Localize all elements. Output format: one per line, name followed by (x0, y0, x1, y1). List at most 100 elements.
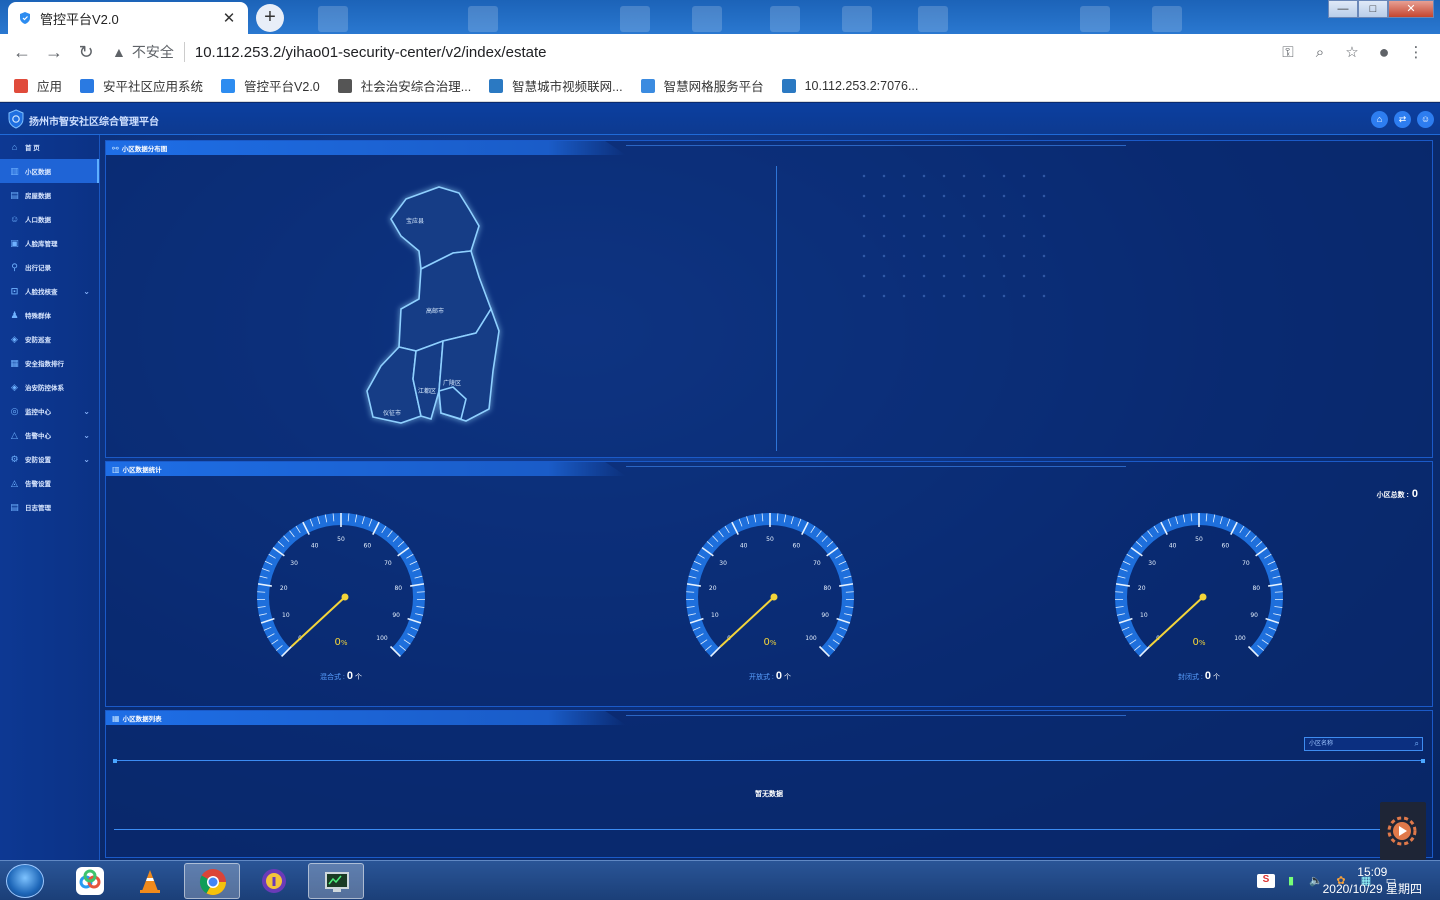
forward-arrow-icon[interactable]: → (38, 42, 70, 63)
taskbar-app-baidu-netdisk[interactable] (62, 863, 118, 899)
map-label: 江都区 (418, 387, 436, 395)
gauge-tick-label: 80 (1252, 585, 1260, 592)
new-tab-button[interactable]: + (256, 4, 284, 32)
sidebar-item[interactable]: △ 告警中心 ⌄ (0, 423, 99, 447)
key-icon[interactable]: ⚿ (1272, 44, 1304, 61)
gauge-tick-label: 90 (821, 612, 829, 619)
sidebar-item[interactable]: ▥ 小区数据 (0, 159, 99, 183)
zoom-icon[interactable]: ⌕ (1304, 44, 1336, 61)
c-logo-icon (489, 78, 504, 93)
sidebar-item-label: 安防设置 (25, 457, 51, 464)
gauge-tick-label: 20 (709, 585, 717, 592)
gauge-tick (257, 591, 266, 593)
bar-chart-icon: ▦ (10, 357, 19, 368)
total-label: 小区总数 : (1376, 492, 1409, 499)
desktop-pdf-icon (842, 6, 872, 32)
sidebar-item-label: 安全指数排行 (25, 361, 64, 368)
desktop-file-icon (468, 6, 498, 32)
gauge-count: 0 (346, 670, 353, 682)
chevron-down-icon: ⌄ (83, 454, 90, 464)
sidebar-item[interactable]: ⌂ 首 页 (0, 135, 99, 159)
sidebar-item-label: 日志管理 (25, 505, 51, 512)
home-icon[interactable]: ⌂ (1371, 111, 1388, 128)
sidebar-item[interactable]: ▣ 人脸库管理 (0, 231, 99, 255)
desktop-pdf-icon (918, 6, 948, 32)
tab-close-button[interactable]: ✕ (220, 9, 238, 27)
yangzhou-map: 宝应县 高邮市 江都区 广陵区 仪征市 (366, 186, 500, 424)
window-close-button[interactable]: ✕ (1388, 0, 1434, 18)
gauge-percent-unit: % (341, 639, 348, 647)
sidebar-item[interactable]: ▦ 安全指数排行 (0, 351, 99, 375)
gauge-tick-label: 70 (1242, 560, 1250, 567)
gauge: 0 10 20 30 40 50 60 70 80 90 100 0% 开放式 :0个 (670, 512, 870, 682)
address-bar[interactable]: ▲ 不安全 10.112.253.2/yihao01-security-cent… (112, 37, 1272, 67)
sidebar-item[interactable]: ◎ 监控中心 ⌄ (0, 399, 99, 423)
sogou-input-icon[interactable]: S (1257, 874, 1275, 888)
search-icon[interactable]: ⌕ (1415, 739, 1419, 749)
gauge-tick-label: 70 (384, 560, 392, 567)
minimize-button[interactable]: — (1328, 0, 1358, 18)
gauge-tick-label: 40 (1169, 542, 1177, 549)
gauge-count: 0 (775, 670, 782, 682)
gauge-tick-label: 40 (740, 542, 748, 549)
browser-tab[interactable]: 管控平台V2.0 ✕ (8, 2, 248, 34)
gauge-tick-label: 20 (280, 585, 288, 592)
sidebar-item[interactable]: ◬ 告警设置 (0, 471, 99, 495)
start-button[interactable] (6, 864, 44, 898)
gauge-tick-label: 10 (1140, 612, 1148, 619)
bookmark-item[interactable]: 智慧网格服务平台 (640, 76, 764, 95)
sidebar-item[interactable]: ◈ 安防巡查 (0, 327, 99, 351)
sidebar-item[interactable]: ⊡ 人脸找核查 ⌄ (0, 279, 99, 303)
bookmark-item[interactable]: 社会治安综合治理... (337, 76, 471, 95)
settings-icon: ⚙ (10, 453, 19, 464)
reload-icon[interactable]: ↻ (70, 42, 102, 63)
taskbar-app-remote-desktop[interactable] (308, 863, 364, 899)
maximize-button[interactable]: □ (1358, 0, 1388, 18)
sidebar-item[interactable]: ⚲ 出行记录 (0, 255, 99, 279)
swap-icon[interactable]: ⇄ (1394, 111, 1411, 128)
panel-title-text: 小区数据统计 (122, 467, 162, 474)
sidebar-item[interactable]: ☺ 人口数据 (0, 207, 99, 231)
system-clock[interactable]: 15:09 2020/10/29 星期四 (1323, 864, 1422, 898)
bookmark-item[interactable]: 10.112.253.2:7076... (781, 78, 918, 93)
taskbar-app-vlc[interactable] (122, 863, 178, 899)
bookmark-item[interactable]: 应用 (14, 76, 62, 95)
browser-toolbar: ← → ↻ ▲ 不安全 10.112.253.2/yihao01-securit… (0, 34, 1440, 70)
insecure-label[interactable]: 不安全 (132, 42, 185, 62)
gear-play-icon (1387, 816, 1417, 846)
sidebar-item[interactable]: ◈ 治安防控体系 (0, 375, 99, 399)
log-icon: ▤ (10, 501, 19, 512)
panel-header-line (626, 145, 1126, 146)
sidebar-item[interactable]: ▤ 日志管理 (0, 495, 99, 519)
sidebar-item[interactable]: ⚙ 安防设置 ⌄ (0, 447, 99, 471)
gauge-label: 开放式 : (748, 674, 774, 681)
back-arrow-icon[interactable]: ← (6, 42, 38, 63)
warning-triangle-icon[interactable]: ▲ (112, 44, 126, 60)
total-value: 0 (1411, 488, 1418, 500)
bookmark-item[interactable]: 管控平台V2.0 (221, 76, 320, 95)
gauge-percent-unit: % (770, 639, 777, 647)
gauge-tick-label: 30 (290, 560, 298, 567)
sidebar-item[interactable]: ♟ 特殊群体 (0, 303, 99, 327)
user-icon[interactable]: ☺ (1417, 111, 1434, 128)
gauge-percent: 0% (1192, 637, 1205, 648)
floating-tool-button[interactable] (1380, 802, 1426, 860)
search-input[interactable]: 小区名称 ⌕ (1304, 737, 1423, 751)
account-icon[interactable]: ● (1368, 42, 1400, 63)
baidu-netdisk-icon (76, 867, 104, 895)
globe-icon (337, 78, 352, 93)
star-icon[interactable]: ☆ (1336, 43, 1368, 61)
browser-tabstrip: 管控平台V2.0 ✕ + — □ ✕ (0, 0, 1440, 34)
taskbar-app-security[interactable] (246, 863, 302, 899)
sidebar-item[interactable]: ▤ 房屋数据 (0, 183, 99, 207)
taskbar-app-chrome[interactable] (184, 863, 240, 899)
security-app-icon (260, 867, 288, 895)
gauge-dial: 01020304050607080901000% (686, 513, 854, 657)
bookmark-item[interactable]: 安平社区应用系统 (80, 76, 203, 95)
battery-icon[interactable]: ▮ (1282, 874, 1300, 888)
map-label: 高邮市 (426, 307, 444, 315)
bookmark-item[interactable]: 智慧城市视频联网... (489, 76, 623, 95)
gauge-tick-label: 30 (1148, 560, 1156, 567)
more-menu-icon[interactable]: ⋮ (1400, 43, 1432, 61)
url-text[interactable]: 10.112.253.2/yihao01-security-center/v2/… (195, 44, 547, 61)
